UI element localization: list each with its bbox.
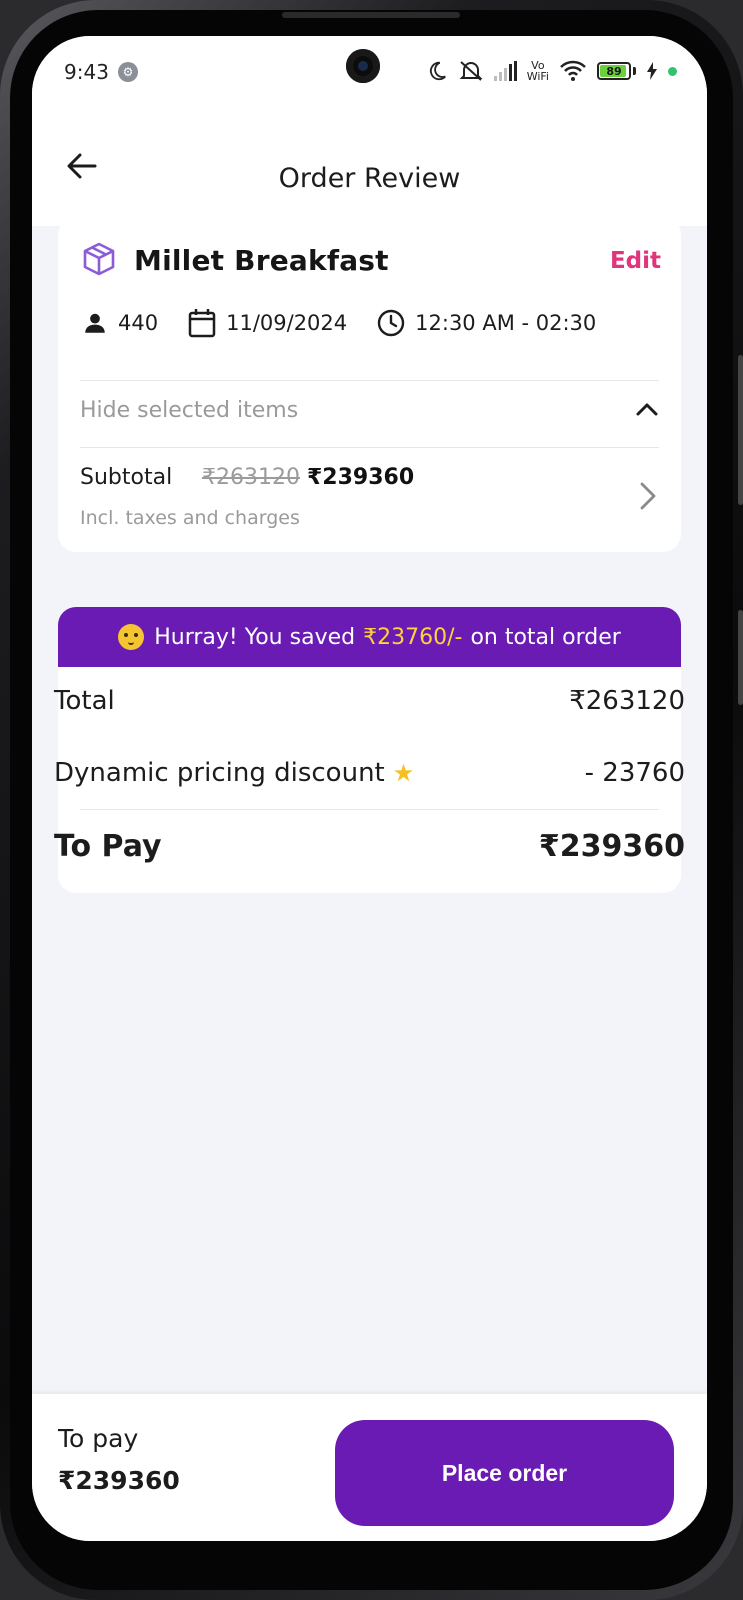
divider [80, 447, 659, 448]
signal-icon [493, 61, 517, 81]
discount-label-group: Dynamic pricing discount ★ [54, 758, 414, 788]
battery-level: 89 [606, 65, 622, 78]
savings-banner: Hurray! You saved ₹23760/- on total orde… [58, 607, 681, 667]
battery-nub [633, 67, 636, 75]
discount-row: Dynamic pricing discount ★ - 23760 [54, 758, 685, 788]
discount-label: Dynamic pricing discount [54, 758, 385, 788]
chevron-up-icon[interactable] [635, 401, 659, 417]
discount-value: - 23760 [584, 758, 685, 788]
earpiece-speaker [282, 12, 460, 18]
status-icons: Vo WiFi 89 [426, 56, 677, 86]
star-icon: ★ [392, 759, 415, 787]
place-order-button[interactable]: Place order [335, 1420, 674, 1526]
status-time: 9:43 [64, 60, 109, 84]
to-pay-label: To Pay [54, 829, 162, 864]
calendar-icon [188, 309, 216, 338]
taxes-note: Incl. taxes and charges [80, 507, 300, 529]
package-icon [83, 242, 115, 276]
party-emoji-icon [118, 624, 145, 650]
page-title: Order Review [278, 163, 461, 194]
guest-count-value: 440 [118, 311, 159, 335]
chevron-right-icon[interactable] [639, 481, 657, 511]
volume-button [738, 355, 743, 505]
total-label: Total [54, 686, 115, 716]
order-item-title: Millet Breakfast [134, 244, 389, 277]
guest-count: 440 [82, 310, 158, 336]
order-meta-row: 440 11/09/2024 12:30 AM - 02:30 [82, 307, 626, 339]
mute-icon [459, 61, 483, 81]
event-date-value: 11/09/2024 [226, 311, 348, 335]
checkout-footer: To pay ₹239360 Place order [32, 1394, 707, 1541]
event-time: 12:30 AM - 02:30 [377, 309, 596, 337]
event-time-value: 12:30 AM - 02:30 [415, 311, 597, 335]
screen: 9:43 ⚙ Vo WiFi 89 Order Review Millet Br… [32, 36, 707, 1541]
subtotal-original-price: ₹263120 [202, 465, 300, 490]
total-value: ₹263120 [569, 686, 685, 716]
edit-button[interactable]: Edit [610, 248, 661, 274]
phone-frame: 9:43 ⚙ Vo WiFi 89 Order Review Millet Br… [0, 0, 743, 1600]
privacy-dot-icon [668, 66, 677, 76]
front-camera [346, 49, 380, 83]
footer-to-pay-label: To pay [58, 1424, 139, 1453]
clock-icon [377, 309, 405, 337]
to-pay-value: ₹239360 [538, 829, 685, 864]
charging-icon [647, 62, 657, 80]
order-summary-card: Millet Breakfast Edit 440 11/09/2024 12:… [58, 217, 681, 552]
subtotal-discounted-price: ₹239360 [307, 465, 415, 490]
status-bar: 9:43 ⚙ Vo WiFi 89 [32, 36, 707, 111]
wifi-icon [560, 60, 586, 81]
total-row: Total ₹263120 [54, 686, 685, 716]
divider [80, 809, 659, 810]
person-icon [85, 313, 105, 333]
subtotal-label: Subtotal [80, 465, 173, 490]
battery-icon: 89 [597, 62, 631, 80]
to-pay-row: To Pay ₹239360 [54, 829, 685, 864]
vowifi-indicator: Vo WiFi [527, 60, 549, 82]
savings-prefix: Hurray! You saved [154, 624, 356, 650]
savings-suffix: on total order [470, 624, 621, 650]
power-button [738, 610, 743, 705]
moon-icon [429, 61, 446, 81]
savings-amount: ₹23760/- [363, 624, 463, 650]
hide-items-toggle[interactable]: Hide selected items [80, 398, 298, 423]
vowifi-bottom-text: WiFi [526, 70, 549, 83]
event-date: 11/09/2024 [188, 308, 347, 338]
footer-to-pay-amount: ₹239360 [58, 1466, 180, 1495]
settings-notification-icon: ⚙ [118, 62, 138, 82]
divider [80, 380, 659, 381]
app-header: Order Review [32, 111, 707, 226]
